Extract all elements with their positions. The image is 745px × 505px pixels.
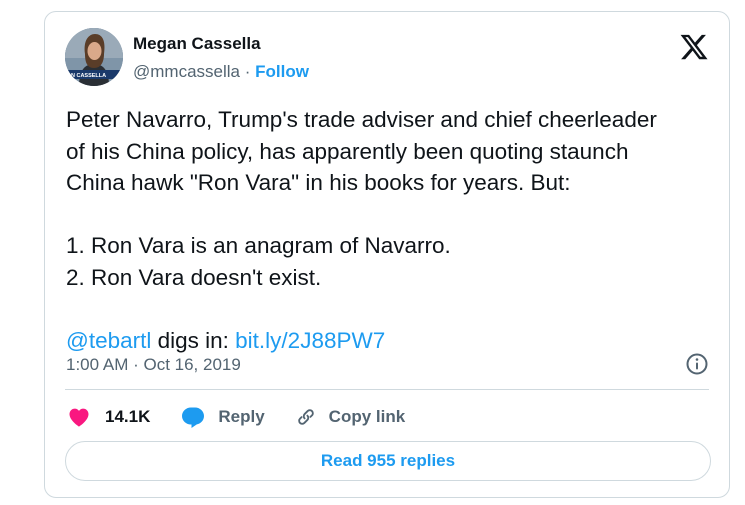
body-list-item-2: 2. Ron Vara doesn't exist. — [66, 264, 322, 290]
author-handle[interactable]: @mmcassella — [133, 62, 240, 81]
body-line-1: Peter Navarro, Trump's trade adviser and… — [66, 107, 657, 132]
author-name[interactable]: Megan Cassella — [133, 34, 261, 54]
tweet-card[interactable]: AN CASSELLA Megan Cassella @mmcassella ·… — [44, 11, 730, 498]
body-list-item-1: 1. Ron Vara is an anagram of Navarro. — [66, 233, 451, 258]
reply-bubble-icon — [180, 405, 206, 429]
reply-label: Reply — [218, 407, 265, 426]
link-icon — [295, 406, 317, 428]
mention-link[interactable]: @tebartl — [66, 328, 151, 353]
avatar[interactable]: AN CASSELLA — [65, 28, 123, 86]
action-bar: 14.1K Reply Copy link — [67, 402, 405, 432]
body-link-line: @tebartl digs in: bit.ly/2J88PW7 — [66, 325, 716, 357]
avatar-banner-text: AN CASSELLA — [67, 73, 106, 79]
body-line-2: of his China policy, has apparently been… — [66, 138, 629, 164]
handle-line: @mmcassella · Follow — [133, 62, 309, 82]
likes-count: 14.1K — [105, 407, 151, 426]
divider — [65, 389, 709, 390]
x-logo-icon[interactable] — [679, 32, 709, 62]
info-icon[interactable] — [685, 352, 709, 376]
separator: · — [240, 62, 256, 81]
reply-button[interactable]: Reply — [180, 405, 265, 429]
follow-button[interactable]: Follow — [255, 62, 309, 81]
body-line-3: China hawk "Ron Vara" in his books for y… — [66, 170, 571, 195]
copy-link-button[interactable]: Copy link — [295, 406, 406, 428]
timestamp[interactable]: 1:00 AM · Oct 16, 2019 — [66, 355, 241, 375]
read-replies-button[interactable]: Read 955 replies — [65, 441, 711, 481]
like-button[interactable]: 14.1K — [67, 405, 150, 429]
url-link[interactable]: bit.ly/2J88PW7 — [235, 328, 385, 353]
heart-icon — [67, 405, 91, 429]
copy-link-label: Copy link — [328, 407, 406, 426]
digs-text: digs in: — [151, 327, 236, 353]
tweet-body: Peter Navarro, Trump's trade adviser and… — [66, 104, 716, 356]
